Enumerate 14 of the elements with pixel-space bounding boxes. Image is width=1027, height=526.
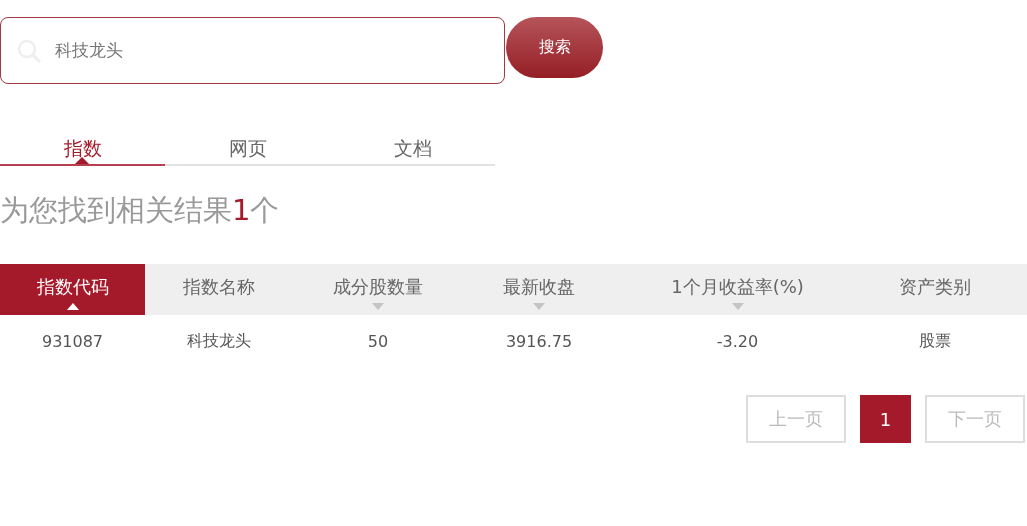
result-summary: 为您找到相关结果1个 — [0, 192, 281, 229]
table-cell: -3.20 — [716, 331, 759, 351]
table-cell: 股票 — [919, 330, 951, 350]
search-button[interactable]: 搜索 — [506, 17, 603, 78]
table-cell: 3916.75 — [505, 331, 573, 351]
search-field[interactable]: 科技龙头 — [0, 17, 505, 84]
table-cell: 50 — [367, 331, 389, 351]
tab[interactable]: 网页 — [165, 134, 330, 166]
table-cell: 科技龙头 — [187, 330, 251, 350]
page-button[interactable]: 1 — [860, 395, 911, 443]
tab[interactable]: 文档 — [330, 134, 495, 166]
table-cell: 931087 — [41, 331, 104, 351]
column-header[interactable]: 指数代码 — [0, 264, 145, 315]
tab[interactable]: 指数 — [0, 134, 165, 166]
